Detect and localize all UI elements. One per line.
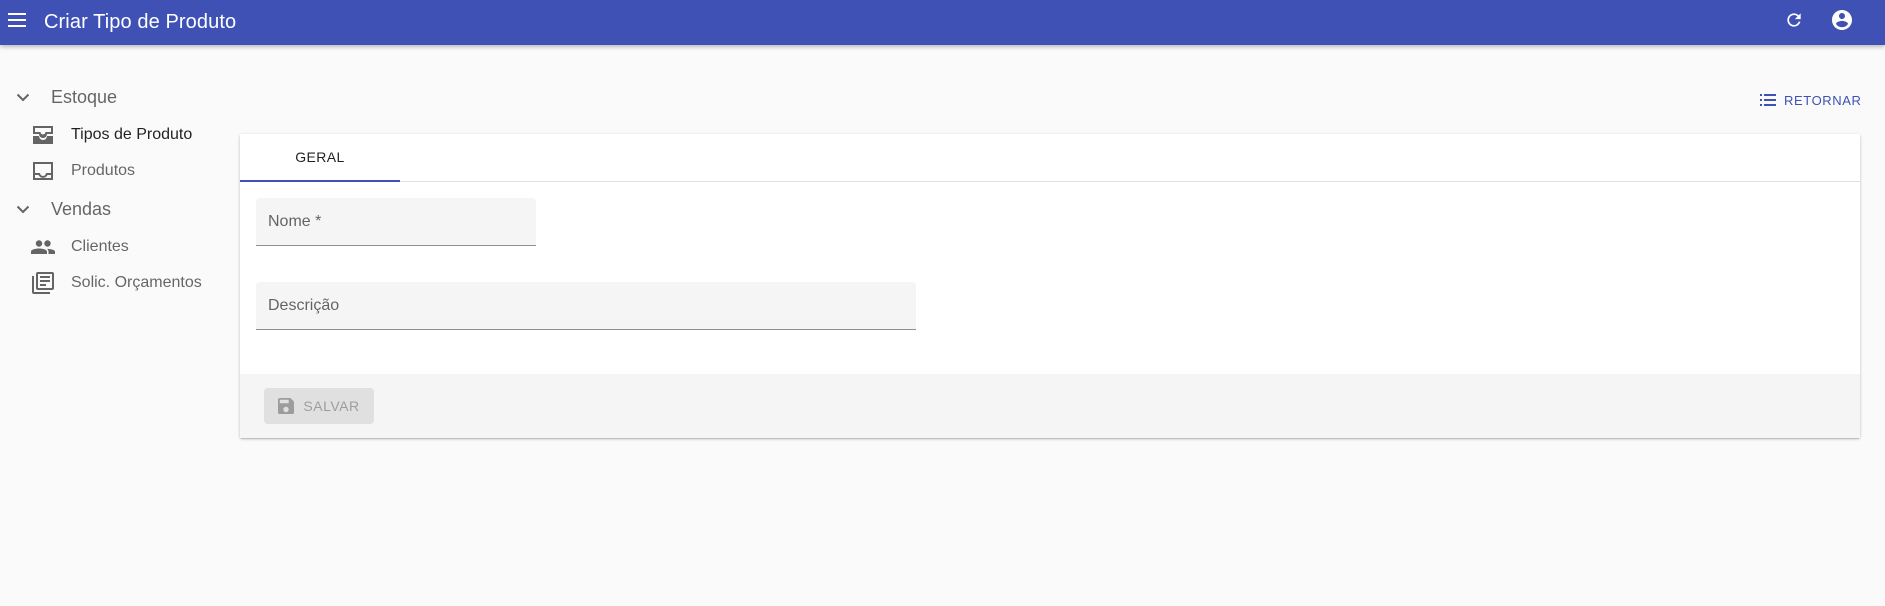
sidebar-group-vendas[interactable]: Vendas xyxy=(0,189,240,229)
sidebar-item-solic-orcamentos[interactable]: Solic. Orçamentos xyxy=(0,265,240,301)
chevron-down-icon xyxy=(12,205,34,214)
tab-bar: GERAL xyxy=(240,134,1860,182)
save-button[interactable]: SALVAR xyxy=(264,388,374,424)
sidebar-item-label: Clientes xyxy=(71,238,129,255)
nome-field[interactable]: Nome * xyxy=(256,198,536,246)
sidebar: Estoque Tipos de Produto Produtos Vendas… xyxy=(0,45,240,301)
sidebar-item-produtos[interactable]: Produtos xyxy=(0,153,240,189)
descricao-field[interactable]: Descrição xyxy=(256,282,916,330)
refresh-button[interactable] xyxy=(1770,0,1818,45)
people-icon xyxy=(30,240,56,254)
sidebar-item-tipos-de-produto[interactable]: Tipos de Produto xyxy=(0,117,240,153)
sidebar-group-label: Estoque xyxy=(51,86,118,107)
return-label: RETORNAR xyxy=(1784,92,1862,108)
app-bar: Criar Tipo de Produto xyxy=(0,0,1885,45)
save-icon xyxy=(278,398,295,414)
chevron-down-icon xyxy=(12,93,34,102)
page-title: Criar Tipo de Produto xyxy=(44,11,237,33)
account-button[interactable] xyxy=(1818,0,1866,45)
inbox-icon xyxy=(30,162,56,180)
sidebar-item-clientes[interactable]: Clientes xyxy=(0,229,240,265)
sidebar-group-label: Vendas xyxy=(51,198,112,219)
descricao-input[interactable] xyxy=(256,282,916,329)
account-circle-icon xyxy=(1830,8,1854,37)
menu-button[interactable] xyxy=(0,0,34,45)
menu-icon xyxy=(8,13,26,32)
tab-geral[interactable]: GERAL xyxy=(240,134,400,182)
return-button[interactable]: RETORNAR xyxy=(1754,86,1868,114)
list-icon xyxy=(1760,94,1776,106)
form-card: GERAL Nome * Descrição SALVAR xyxy=(240,134,1860,438)
sidebar-item-label: Produtos xyxy=(71,162,136,179)
sidebar-group-estoque[interactable]: Estoque xyxy=(0,77,240,117)
refresh-icon xyxy=(1784,10,1804,35)
card-actions: SALVAR xyxy=(240,374,1860,438)
sidebar-item-label: Solic. Orçamentos xyxy=(71,274,202,291)
nome-input[interactable] xyxy=(256,198,536,245)
sidebar-item-label: Tipos de Produto xyxy=(71,126,193,143)
save-label: SALVAR xyxy=(303,398,360,414)
inbox-tray-icon xyxy=(30,126,56,144)
library-books-icon xyxy=(30,272,56,294)
